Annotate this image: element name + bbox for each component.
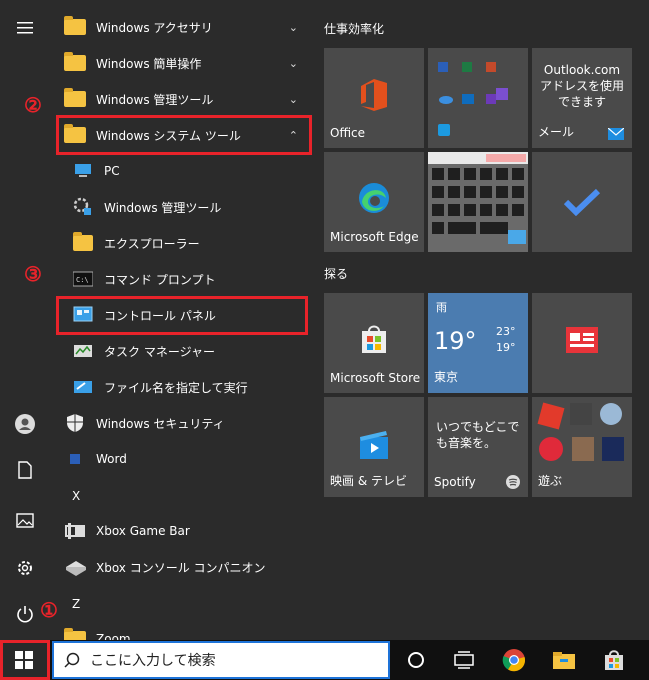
pc-icon (72, 160, 94, 182)
app-xbox-console-companion[interactable]: Xbox コンソール コンパニオン (50, 549, 312, 585)
chevron-down-icon: ⌄ (288, 20, 298, 34)
taskbar-chrome[interactable] (490, 640, 538, 680)
group-title-explore: 探る (324, 267, 349, 281)
tile-weather[interactable]: 雨 19° 23° 19° 東京 (428, 293, 528, 393)
app-folder-windows-accessories[interactable]: Windows アクセサリ ⌄ (50, 9, 312, 45)
documents-button[interactable] (0, 452, 50, 488)
power-icon (17, 606, 33, 623)
checkmark-icon (564, 188, 600, 216)
admin-tools-icon (72, 196, 94, 218)
tile-area: 仕事効率化 Office Outlook.com アドレスを使用できます メール (312, 0, 649, 640)
app-xbox-game-bar[interactable]: Xbox Game Bar (50, 513, 312, 549)
keyboard-photo (428, 152, 528, 252)
mail-icon (608, 128, 624, 140)
chrome-icon (502, 649, 526, 672)
folder-icon (64, 16, 86, 38)
file-explorer-icon (72, 232, 94, 254)
pictures-icon (16, 512, 34, 528)
tile-office[interactable]: Office (324, 48, 424, 148)
tile-microsoft-store[interactable]: Microsoft Store (324, 293, 424, 393)
folder-icon (64, 52, 86, 74)
run-icon (72, 376, 94, 398)
app-folder-windows-ease-of-access[interactable]: Windows 簡単操作 ⌄ (50, 45, 312, 81)
tile-news[interactable] (532, 293, 632, 393)
tile-mail[interactable]: Outlook.com アドレスを使用できます メール (532, 48, 632, 148)
app-word[interactable]: Word (50, 441, 312, 477)
office-apps-icons (438, 62, 508, 136)
task-view-button[interactable] (440, 640, 488, 680)
tile-spotify[interactable]: いつでもどこでも音楽を。 Spotify (428, 397, 528, 497)
taskbar: ここに入力して検索 (0, 640, 649, 680)
start-menu: Windows アクセサリ ⌄ Windows 簡単操作 ⌄ Windows 管… (0, 0, 649, 640)
letter-header-x[interactable]: X (50, 478, 312, 514)
tile-microsoft-edge[interactable]: Microsoft Edge (324, 152, 424, 252)
chevron-down-icon: ⌄ (288, 632, 298, 641)
app-windows-security[interactable]: Windows セキュリティ (50, 405, 312, 441)
user-account-button[interactable] (0, 406, 50, 442)
xbox-game-bar-icon (64, 520, 86, 542)
app-folder-zoom[interactable]: Zoom ⌄ (50, 621, 312, 640)
annotation-three: ③ (24, 262, 42, 286)
search-placeholder: ここに入力して検索 (90, 653, 216, 669)
letter-header-z[interactable]: Z (50, 586, 312, 622)
shield-icon (64, 412, 86, 434)
word-icon (64, 448, 86, 470)
taskbar-search-box[interactable]: ここに入力して検索 (52, 641, 390, 679)
annotation-one: ① (40, 598, 58, 622)
store-icon (362, 325, 386, 353)
highlight-control-panel (56, 296, 308, 335)
tile-movies-tv[interactable]: 映画 & テレビ (324, 397, 424, 497)
hamburger-icon (17, 22, 33, 34)
app-command-prompt[interactable]: C:\ コマンド プロンプト (50, 261, 312, 297)
task-manager-icon (72, 340, 94, 362)
movies-icon (360, 431, 388, 459)
tile-office-apps-group[interactable] (428, 48, 528, 148)
annotation-two: ② (24, 93, 42, 117)
taskbar-file-explorer[interactable] (540, 640, 588, 680)
task-view-icon (454, 651, 474, 669)
folder-icon (64, 88, 86, 110)
app-folder-windows-admin-tools[interactable]: Windows 管理ツール ⌄ (50, 81, 312, 117)
cortana-icon (408, 652, 424, 668)
pictures-button[interactable] (0, 502, 50, 538)
office-icon (361, 79, 387, 111)
gear-icon (18, 561, 32, 575)
store-icon (605, 650, 623, 670)
spotify-icon (506, 475, 520, 489)
app-run[interactable]: ファイル名を指定して実行 (50, 369, 312, 405)
highlight-start-button (0, 640, 50, 680)
file-explorer-icon (553, 652, 575, 669)
command-prompt-icon: C:\ (72, 268, 94, 290)
user-icon (15, 414, 35, 434)
group-title-productivity: 仕事効率化 (324, 22, 385, 36)
xbox-console-icon (64, 556, 86, 578)
app-file-explorer[interactable]: エクスプローラー (50, 225, 312, 261)
highlight-windows-system-tools (56, 115, 312, 155)
search-icon (64, 652, 80, 668)
chevron-down-icon: ⌄ (288, 92, 298, 106)
document-icon (18, 461, 32, 479)
tile-photo-keyboard[interactable] (428, 152, 528, 252)
games-icons (537, 402, 624, 461)
cortana-button[interactable] (392, 640, 440, 680)
news-icon (566, 327, 598, 353)
svg-text:C:\: C:\ (76, 276, 89, 284)
chevron-down-icon: ⌄ (288, 56, 298, 70)
tile-todo[interactable] (532, 152, 632, 252)
tile-play[interactable]: 遊ぶ (532, 397, 632, 497)
app-pc[interactable]: PC (50, 153, 312, 189)
folder-icon (64, 628, 86, 640)
app-task-manager[interactable]: タスク マネージャー (50, 333, 312, 369)
app-windows-admin-tools[interactable]: Windows 管理ツール (50, 189, 312, 225)
settings-button[interactable] (0, 550, 50, 586)
hamburger-menu-button[interactable] (0, 10, 50, 46)
edge-icon (359, 183, 389, 213)
taskbar-microsoft-store[interactable] (590, 640, 638, 680)
